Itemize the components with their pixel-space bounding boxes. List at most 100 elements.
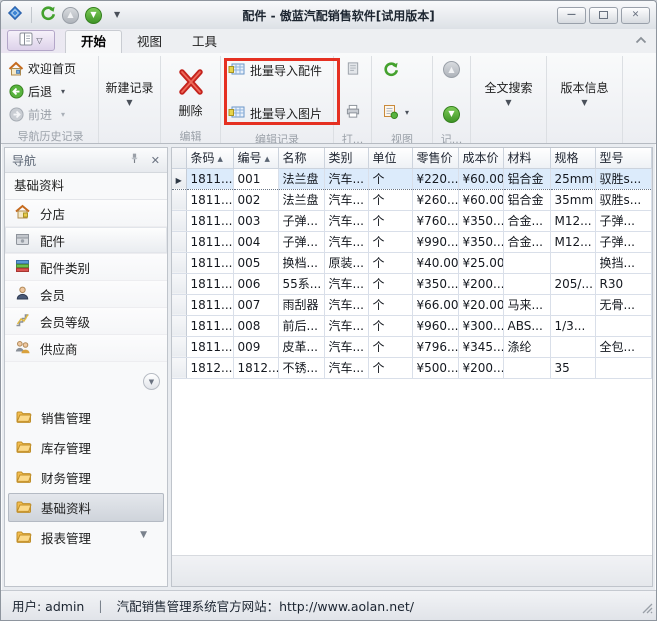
table-cell[interactable]: 换档...: [278, 252, 324, 273]
sidebar-overflow-arrow-icon[interactable]: ▼: [140, 530, 147, 540]
table-cell[interactable]: ¥20.00: [458, 294, 503, 315]
row-selector[interactable]: [172, 315, 186, 336]
row-selector[interactable]: [172, 252, 186, 273]
table-cell[interactable]: 个: [368, 273, 412, 294]
table-row[interactable]: 1811...007雨刮器汽车...个¥66.00¥20.00马来...无骨..…: [172, 294, 652, 315]
sidebar-folder-1[interactable]: 库存管理: [8, 433, 164, 462]
table-cell[interactable]: 1811...: [186, 231, 233, 252]
view-switch-button[interactable]: ▾: [383, 104, 409, 123]
table-cell[interactable]: 驭胜s...: [595, 168, 652, 189]
table-cell[interactable]: M12...: [550, 231, 595, 252]
table-cell[interactable]: ¥500...: [412, 357, 458, 378]
back-button[interactable]: 后退 ▾: [6, 82, 95, 101]
table-cell[interactable]: ¥200...: [458, 273, 503, 294]
welcome-home-button[interactable]: 欢迎首页: [6, 59, 95, 78]
table-cell[interactable]: [503, 357, 550, 378]
table-cell[interactable]: [550, 252, 595, 273]
table-cell[interactable]: 铝合金: [503, 168, 550, 189]
table-cell[interactable]: 1811...: [186, 315, 233, 336]
row-selector[interactable]: [172, 189, 186, 210]
table-cell[interactable]: ¥66.00: [412, 294, 458, 315]
table-cell[interactable]: 个: [368, 294, 412, 315]
close-icon[interactable]: ✕: [151, 154, 160, 167]
table-cell[interactable]: [503, 273, 550, 294]
pin-icon[interactable]: [128, 152, 141, 168]
table-cell[interactable]: 001: [233, 168, 278, 189]
table-cell[interactable]: 55系...: [278, 273, 324, 294]
table-cell[interactable]: 个: [368, 168, 412, 189]
table-cell[interactable]: ¥60.00: [458, 168, 503, 189]
table-row[interactable]: 1811...00655系...汽车...个¥350...¥200...205/…: [172, 273, 652, 294]
table-cell[interactable]: 008: [233, 315, 278, 336]
column-header-5[interactable]: 零售价: [412, 148, 458, 168]
table-cell[interactable]: ¥350...: [458, 210, 503, 231]
batch-import-images-button[interactable]: 批量导入图片: [228, 104, 322, 123]
column-header-7[interactable]: 材料: [503, 148, 550, 168]
table-cell[interactable]: 子弹...: [278, 231, 324, 252]
table-row[interactable]: ▶1811...001法兰盘汽车...个¥220...¥60.00铝合金25mm…: [172, 168, 652, 189]
table-cell[interactable]: ¥760...: [412, 210, 458, 231]
record-down-icon[interactable]: ▼: [443, 106, 460, 123]
table-cell[interactable]: 汽车...: [324, 357, 368, 378]
table-cell[interactable]: ABS...: [503, 315, 550, 336]
row-selector[interactable]: [172, 336, 186, 357]
table-cell[interactable]: 1811...: [186, 210, 233, 231]
table-cell[interactable]: 涤纶: [503, 336, 550, 357]
table-cell[interactable]: ¥25.00: [458, 252, 503, 273]
table-cell[interactable]: 合金...: [503, 231, 550, 252]
table-cell[interactable]: ¥260...: [412, 189, 458, 210]
nav-down-circle-icon[interactable]: ▼: [85, 7, 102, 24]
table-cell[interactable]: 009: [233, 336, 278, 357]
table-cell[interactable]: 35mm: [550, 189, 595, 210]
sidebar-item-0[interactable]: 分店: [5, 200, 167, 227]
table-cell[interactable]: [503, 252, 550, 273]
table-row[interactable]: 1812...1812...不锈...汽车...个¥500...¥200...3…: [172, 357, 652, 378]
table-cell[interactable]: 前后...: [278, 315, 324, 336]
maximize-button[interactable]: [589, 7, 618, 24]
table-cell[interactable]: 子弹...: [595, 231, 652, 252]
application-menu-button[interactable]: ▽: [7, 30, 55, 51]
tab-home[interactable]: 开始: [65, 30, 122, 53]
table-row[interactable]: 1811...005换档...原装...个¥40.00¥25.00换挡...: [172, 252, 652, 273]
tab-view[interactable]: 视图: [122, 31, 177, 53]
table-row[interactable]: 1811...008前后...汽车...个¥960...¥300...ABS..…: [172, 315, 652, 336]
table-cell[interactable]: 个: [368, 315, 412, 336]
table-row[interactable]: 1811...004子弹...汽车...个¥990...¥350...合金...…: [172, 231, 652, 252]
table-cell[interactable]: 铝合金: [503, 189, 550, 210]
table-cell[interactable]: 1811...: [186, 168, 233, 189]
table-cell[interactable]: 法兰盘: [278, 189, 324, 210]
table-cell[interactable]: 002: [233, 189, 278, 210]
sidebar-item-3[interactable]: 会员: [5, 281, 167, 308]
batch-import-parts-button[interactable]: 批量导入配件: [228, 61, 322, 80]
table-cell[interactable]: 汽车...: [324, 168, 368, 189]
sidebar-item-5[interactable]: 供应商: [5, 335, 167, 362]
refresh-icon[interactable]: [40, 5, 56, 25]
table-cell[interactable]: 个: [368, 231, 412, 252]
new-record-button[interactable]: 新建记录 ▼: [102, 57, 157, 128]
table-cell[interactable]: ¥350...: [458, 231, 503, 252]
column-header-9[interactable]: 型号: [595, 148, 652, 168]
forward-button[interactable]: 前进 ▾: [6, 105, 95, 124]
table-cell[interactable]: 25mm: [550, 168, 595, 189]
printer-icon[interactable]: [345, 104, 361, 123]
fulltext-search-button[interactable]: 全文搜索 ▼: [474, 57, 543, 128]
sidebar-folder-3[interactable]: 基础资料: [8, 493, 164, 522]
table-cell[interactable]: [595, 315, 652, 336]
table-cell[interactable]: 驭胜s...: [595, 189, 652, 210]
table-cell[interactable]: ¥990...: [412, 231, 458, 252]
table-cell[interactable]: 006: [233, 273, 278, 294]
sidebar-item-1[interactable]: 配件: [5, 227, 167, 254]
column-header-2[interactable]: 名称: [278, 148, 324, 168]
column-header-1[interactable]: 编号▲: [233, 148, 278, 168]
table-cell[interactable]: 汽车...: [324, 294, 368, 315]
close-button[interactable]: ✕: [621, 7, 650, 24]
table-cell[interactable]: 1811...: [186, 252, 233, 273]
table-cell[interactable]: 个: [368, 252, 412, 273]
version-info-button[interactable]: 版本信息 ▼: [550, 57, 619, 128]
table-cell[interactable]: 个: [368, 336, 412, 357]
record-up-icon[interactable]: ▲: [443, 61, 460, 78]
table-cell[interactable]: ¥300...: [458, 315, 503, 336]
table-cell[interactable]: 205/...: [550, 273, 595, 294]
table-cell[interactable]: 汽车...: [324, 210, 368, 231]
table-cell[interactable]: 换挡...: [595, 252, 652, 273]
